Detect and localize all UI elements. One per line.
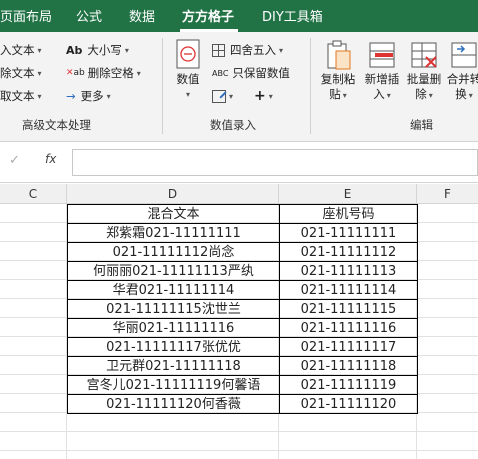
delete-grid-icon xyxy=(411,42,437,68)
table-cell[interactable]: 郑紫霜021-11111111 xyxy=(67,223,280,243)
tab-page-layout[interactable]: 页面布局 xyxy=(0,0,52,32)
delete-text-button[interactable]: 除文本 ▾ xyxy=(0,63,42,83)
round-button[interactable]: 四舍五入 ▾ xyxy=(212,40,283,60)
case-icon: Ab xyxy=(66,43,83,57)
clipboard-icon xyxy=(327,40,351,70)
chevron-down-icon: ▾ xyxy=(106,91,111,101)
chevron-down-icon: ▾ xyxy=(136,68,141,78)
chevron-down-icon: ▾ xyxy=(386,91,391,100)
table-cell[interactable]: 021-11111117 xyxy=(279,337,418,357)
table-cell[interactable]: 021-11111115 xyxy=(279,299,418,319)
column-header-c[interactable]: C xyxy=(0,184,67,204)
fill-button[interactable]: ▾ xyxy=(212,86,233,106)
table-cell[interactable]: 021-11111120何香薇 xyxy=(67,394,280,414)
table-row: 卫元群021-11111118 021-11111118 xyxy=(67,356,418,376)
formula-input[interactable] xyxy=(72,149,478,176)
value-button[interactable]: 数值 ▾ xyxy=(168,38,208,102)
ribbon: 入文本 ▾ 除文本 ▾ 取文本 ▾ Ab 大小写 ▾ ✕ab 删除空格 ▾ → 更多 ▾ 高… xyxy=(0,32,478,142)
abc-icon: ABC xyxy=(212,68,229,78)
table-row: 021-11111112尚念 021-11111112 xyxy=(67,242,418,262)
chevron-down-icon: ▾ xyxy=(428,91,433,100)
data-table: 混合文本 座机号码 郑紫霜021-11111111 021-11111111 0… xyxy=(67,204,418,414)
ribbon-tab-bar: 页面布局 公式 数据 方方格子 DIY工具箱 xyxy=(0,0,478,32)
table-header-row: 混合文本 座机号码 xyxy=(67,204,418,224)
chevron-down-icon: ▾ xyxy=(37,91,42,101)
table-cell[interactable]: 021-11111113 xyxy=(279,261,418,281)
extract-text-button[interactable]: 取文本 ▾ xyxy=(0,86,42,106)
tab-fangfanggezi[interactable]: 方方格子 xyxy=(182,0,234,32)
chevron-down-icon: ▾ xyxy=(37,45,42,55)
case-button[interactable]: Ab 大小写 ▾ xyxy=(66,40,129,60)
group-label-value: 数值录入 xyxy=(210,118,256,132)
fx-icon[interactable]: fx xyxy=(45,152,56,166)
arrow-right-icon: → xyxy=(66,89,76,103)
insert-text-button[interactable]: 入文本 ▾ xyxy=(0,40,42,60)
table-cell[interactable]: 卫元群021-11111118 xyxy=(67,356,280,376)
formula-bar: ✓ fx xyxy=(0,143,478,183)
batch-delete-button[interactable]: 批量删 除 ▾ xyxy=(404,38,444,103)
remove-spaces-icon: ✕ab xyxy=(66,68,85,78)
table-cell[interactable]: 华丽021-11111116 xyxy=(67,318,280,338)
chevron-down-icon: ▾ xyxy=(268,91,273,101)
chevron-down-icon: ▾ xyxy=(229,91,234,101)
table-cell[interactable]: 021-11111119 xyxy=(279,375,418,395)
insert-rows-icon xyxy=(369,42,395,68)
group-label-text: 高级文本处理 xyxy=(22,118,91,132)
table-cell[interactable]: 021-11111115沈世兰 xyxy=(67,299,280,319)
plus-icon: + xyxy=(254,88,266,104)
chevron-down-icon: ▾ xyxy=(124,45,129,55)
group-divider xyxy=(310,38,311,134)
edit-grid-icon xyxy=(212,89,227,103)
checkmark-icon[interactable]: ✓ xyxy=(9,153,20,168)
chevron-down-icon: ▾ xyxy=(37,68,42,78)
tab-formulas[interactable]: 公式 xyxy=(76,0,102,32)
chevron-down-icon: ▾ xyxy=(279,45,284,55)
more-button[interactable]: → 更多 ▾ xyxy=(66,86,111,106)
table-row: 021-11111115沈世兰 021-11111115 xyxy=(67,299,418,319)
merge-button[interactable]: 合并转 换 ▾ xyxy=(444,38,478,103)
table-cell[interactable]: 021-11111112尚念 xyxy=(67,242,280,262)
table-cell[interactable]: 021-11111116 xyxy=(279,318,418,338)
table-row: 宫冬儿021-11111119何馨语 021-11111119 xyxy=(67,375,418,395)
table-row: 郑紫霜021-11111111 021-11111111 xyxy=(67,223,418,243)
table-cell[interactable]: 021-11111120 xyxy=(279,394,418,414)
table-cell[interactable]: 021-11111117张优优 xyxy=(67,337,280,357)
table-cell[interactable]: 021-11111118 xyxy=(279,356,418,376)
table-row: 华丽021-11111116 021-11111116 xyxy=(67,318,418,338)
chevron-down-icon: ▾ xyxy=(468,91,473,100)
keep-value-button[interactable]: ABC 只保留数值 xyxy=(212,63,290,83)
chevron-down-icon: ▾ xyxy=(342,91,347,100)
value-icon xyxy=(176,39,200,69)
insert-symbol-button[interactable]: + ▾ xyxy=(254,86,273,106)
merge-icon xyxy=(451,42,477,68)
copy-paste-button[interactable]: 复制粘 贴 ▾ xyxy=(316,38,360,103)
table-cell[interactable]: 华君021-11111114 xyxy=(67,280,280,300)
header-mixed-text[interactable]: 混合文本 xyxy=(67,204,280,224)
chevron-down-icon: ▾ xyxy=(185,90,190,99)
table-row: 华君021-11111114 021-11111114 xyxy=(67,280,418,300)
table-row: 021-11111117张优优 021-11111117 xyxy=(67,337,418,357)
column-header-d[interactable]: D xyxy=(67,184,279,204)
table-cell[interactable]: 何丽丽021-11111113严纨 xyxy=(67,261,280,281)
table-cell[interactable]: 021-11111112 xyxy=(279,242,418,262)
table-cell[interactable]: 021-11111114 xyxy=(279,280,418,300)
table-cell[interactable]: 宫冬儿021-11111119何馨语 xyxy=(67,375,280,395)
insert-button[interactable]: 新增插 入 ▾ xyxy=(360,38,404,103)
column-header-f[interactable]: F xyxy=(417,184,478,204)
column-header-e[interactable]: E xyxy=(279,184,417,204)
table-cell[interactable]: 021-11111111 xyxy=(279,223,418,243)
grid-icon xyxy=(212,43,225,57)
table-row: 021-11111120何香薇 021-11111120 xyxy=(67,394,418,414)
group-label-edit: 编辑 xyxy=(410,118,433,132)
tab-data[interactable]: 数据 xyxy=(129,0,155,32)
remove-spaces-button[interactable]: ✕ab 删除空格 ▾ xyxy=(66,63,141,83)
header-phone[interactable]: 座机号码 xyxy=(279,204,418,224)
group-divider xyxy=(162,38,163,134)
table-row: 何丽丽021-11111113严纨 021-11111113 xyxy=(67,261,418,281)
tab-diy-toolbox[interactable]: DIY工具箱 xyxy=(262,0,323,32)
